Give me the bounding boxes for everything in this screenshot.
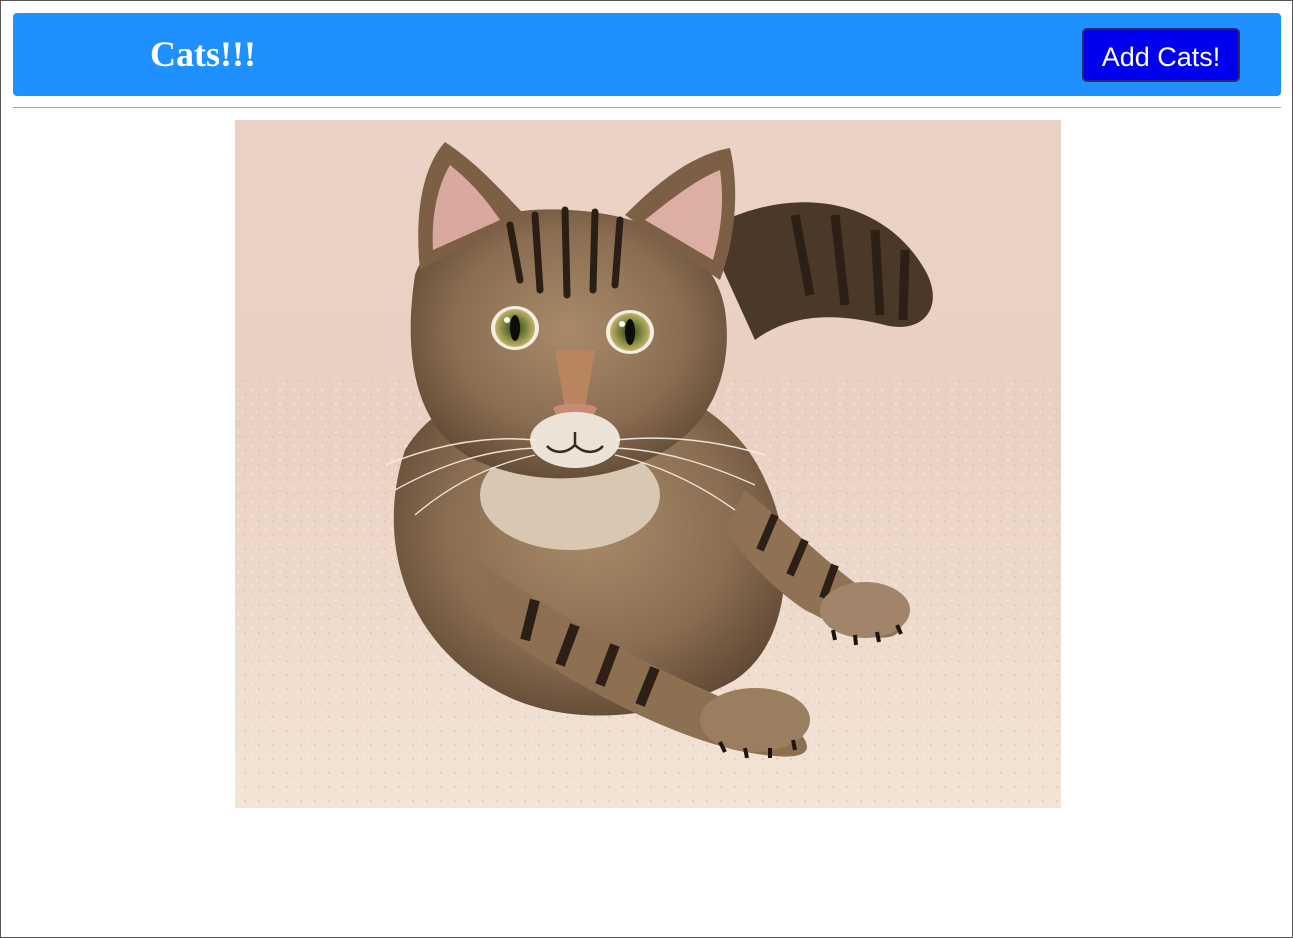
cat-photo <box>235 120 1061 808</box>
divider <box>13 107 1281 108</box>
header-bar: Cats!!! Add Cats! <box>13 13 1281 96</box>
add-cats-button[interactable]: Add Cats! <box>1082 28 1240 82</box>
page-title: Cats!!! <box>150 34 256 74</box>
page-frame: Cats!!! Add Cats! <box>0 0 1293 938</box>
